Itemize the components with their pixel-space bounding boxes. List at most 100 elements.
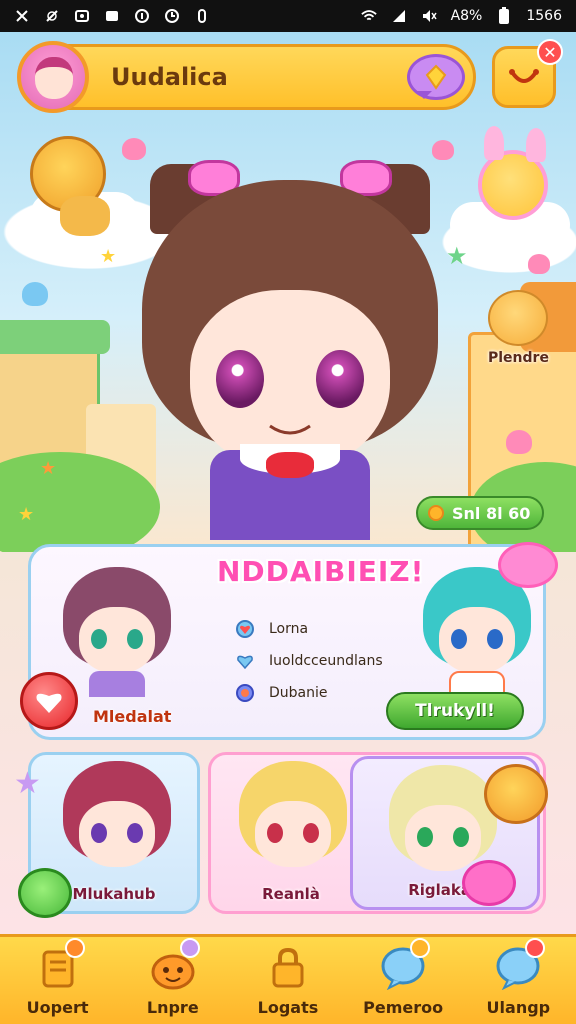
- star-icon: ★: [14, 766, 41, 801]
- heart-icon: [235, 651, 255, 671]
- bottom-navigation: Uopert Lnpre Logats Pemeroo Ulangp: [0, 934, 576, 1024]
- confirm-button[interactable]: Tlrukyll!: [386, 692, 524, 730]
- hero-mouth: [269, 424, 311, 435]
- stat-row: Dubanie: [235, 677, 383, 709]
- cat-sprite-tail: [60, 196, 110, 236]
- nav-item-pemeroo[interactable]: Pemeroo: [353, 938, 453, 1017]
- building-left-roof: [0, 320, 110, 354]
- nav-label: Uopert: [26, 998, 89, 1017]
- lock-icon: [261, 944, 315, 992]
- star-icon: ★: [40, 458, 57, 479]
- member-body: [89, 671, 145, 697]
- star-icon: ★: [100, 246, 117, 267]
- stat-row: Lorna: [235, 613, 383, 645]
- nav-item-lnpre[interactable]: Lnpre: [123, 938, 223, 1017]
- hero-eye-right: [316, 350, 364, 408]
- notification-badge: [410, 938, 431, 958]
- member-eye: [303, 823, 319, 843]
- star-icon: ★: [18, 504, 35, 525]
- chat-button[interactable]: [407, 54, 465, 100]
- hero-ribbon: [266, 452, 314, 478]
- member-eye: [91, 629, 107, 649]
- member-face: [79, 607, 155, 673]
- character-portrait: [57, 761, 177, 891]
- close-icon[interactable]: ✕: [537, 39, 563, 65]
- profile-header[interactable]: Uudalica: [17, 41, 476, 113]
- stat-row: Iuoldcceundlans: [235, 645, 383, 677]
- coin-icon: [428, 505, 444, 521]
- side-label: Plendre: [488, 350, 549, 366]
- team-member-name: Mledalat: [93, 707, 172, 726]
- currency-value: Snl 8l 60: [452, 503, 531, 523]
- member-eye: [127, 823, 143, 843]
- stats-list: Lorna Iuoldcceundlans Dubanie: [235, 613, 383, 709]
- emote-button[interactable]: ✕: [492, 39, 563, 108]
- nav-item-ulangp[interactable]: Ulangp: [468, 938, 568, 1017]
- notification-badge: [64, 938, 85, 958]
- heart-icon: [528, 254, 550, 274]
- member-eye: [417, 827, 433, 847]
- member-eye: [451, 629, 467, 649]
- main-character[interactable]: [130, 160, 450, 540]
- pet-icon: [146, 938, 200, 992]
- green-blob-sprite[interactable]: [18, 868, 72, 918]
- favorite-button[interactable]: [20, 672, 78, 730]
- battery-saver-icon: [194, 8, 210, 24]
- chat-icon: [425, 64, 447, 90]
- member-face: [255, 801, 331, 867]
- check-bubble-icon: [491, 938, 546, 992]
- pink-bubble-sprite[interactable]: [462, 860, 516, 906]
- status-bar: A8% 1566: [0, 0, 576, 32]
- battery-percent: A8%: [450, 8, 483, 24]
- heart-shield-icon: [235, 619, 255, 639]
- team-member-left[interactable]: [57, 567, 177, 697]
- member-eye: [487, 629, 503, 649]
- heart-icon: [432, 140, 454, 160]
- avatar-face: [35, 57, 73, 99]
- member-face: [405, 805, 481, 871]
- member-eye: [267, 823, 283, 843]
- hero-body: [210, 444, 370, 540]
- balloon-icon: [376, 938, 431, 992]
- fox-sprite-right[interactable]: [488, 290, 548, 346]
- nav-item-logats[interactable]: Logats: [238, 944, 338, 1017]
- trophy-icon: [31, 938, 85, 992]
- message-bubble[interactable]: [498, 542, 558, 588]
- member-face: [439, 607, 515, 673]
- bunny-ear-left: [484, 126, 504, 160]
- hero-eye-left: [216, 350, 264, 408]
- hero-face: [190, 290, 390, 470]
- nav-item-uopert[interactable]: Uopert: [8, 938, 108, 1017]
- heart-icon: [506, 430, 532, 454]
- heart-icon: [22, 282, 48, 306]
- heart-icon: [36, 693, 62, 713]
- notification-badge: [525, 938, 546, 958]
- nav-label: Pemeroo: [363, 998, 444, 1017]
- nav-label: Ulangp: [486, 998, 551, 1017]
- character-portrait: [233, 761, 353, 891]
- nav-label: Logats: [257, 998, 319, 1017]
- gem-icon: [235, 683, 255, 703]
- nav-label: Lnpre: [146, 998, 199, 1017]
- bunny-ear-right: [526, 128, 546, 162]
- smile-icon: [509, 69, 539, 83]
- gallery-icon: [104, 8, 120, 24]
- page-title: Uudalica: [111, 63, 228, 91]
- camera-icon: [74, 8, 90, 24]
- stat-label: Dubanie: [269, 685, 328, 701]
- signal-icon: [391, 8, 407, 24]
- orange-pet-sprite[interactable]: [484, 764, 548, 824]
- notification-badge: [179, 938, 200, 958]
- member-eye: [453, 827, 469, 847]
- character-name: Reanlà: [262, 885, 320, 903]
- stat-label: Lorna: [269, 621, 309, 637]
- member-face: [79, 801, 155, 867]
- profile-avatar[interactable]: [17, 41, 89, 113]
- mute-icon: [421, 8, 437, 24]
- heart-icon: [122, 138, 146, 160]
- stat-label: Iuoldcceundlans: [269, 653, 383, 669]
- settings-icon: [14, 8, 30, 24]
- clock-icon: [164, 8, 180, 24]
- currency-counter[interactable]: Snl 8l 60: [416, 496, 544, 530]
- member-eye: [91, 823, 107, 843]
